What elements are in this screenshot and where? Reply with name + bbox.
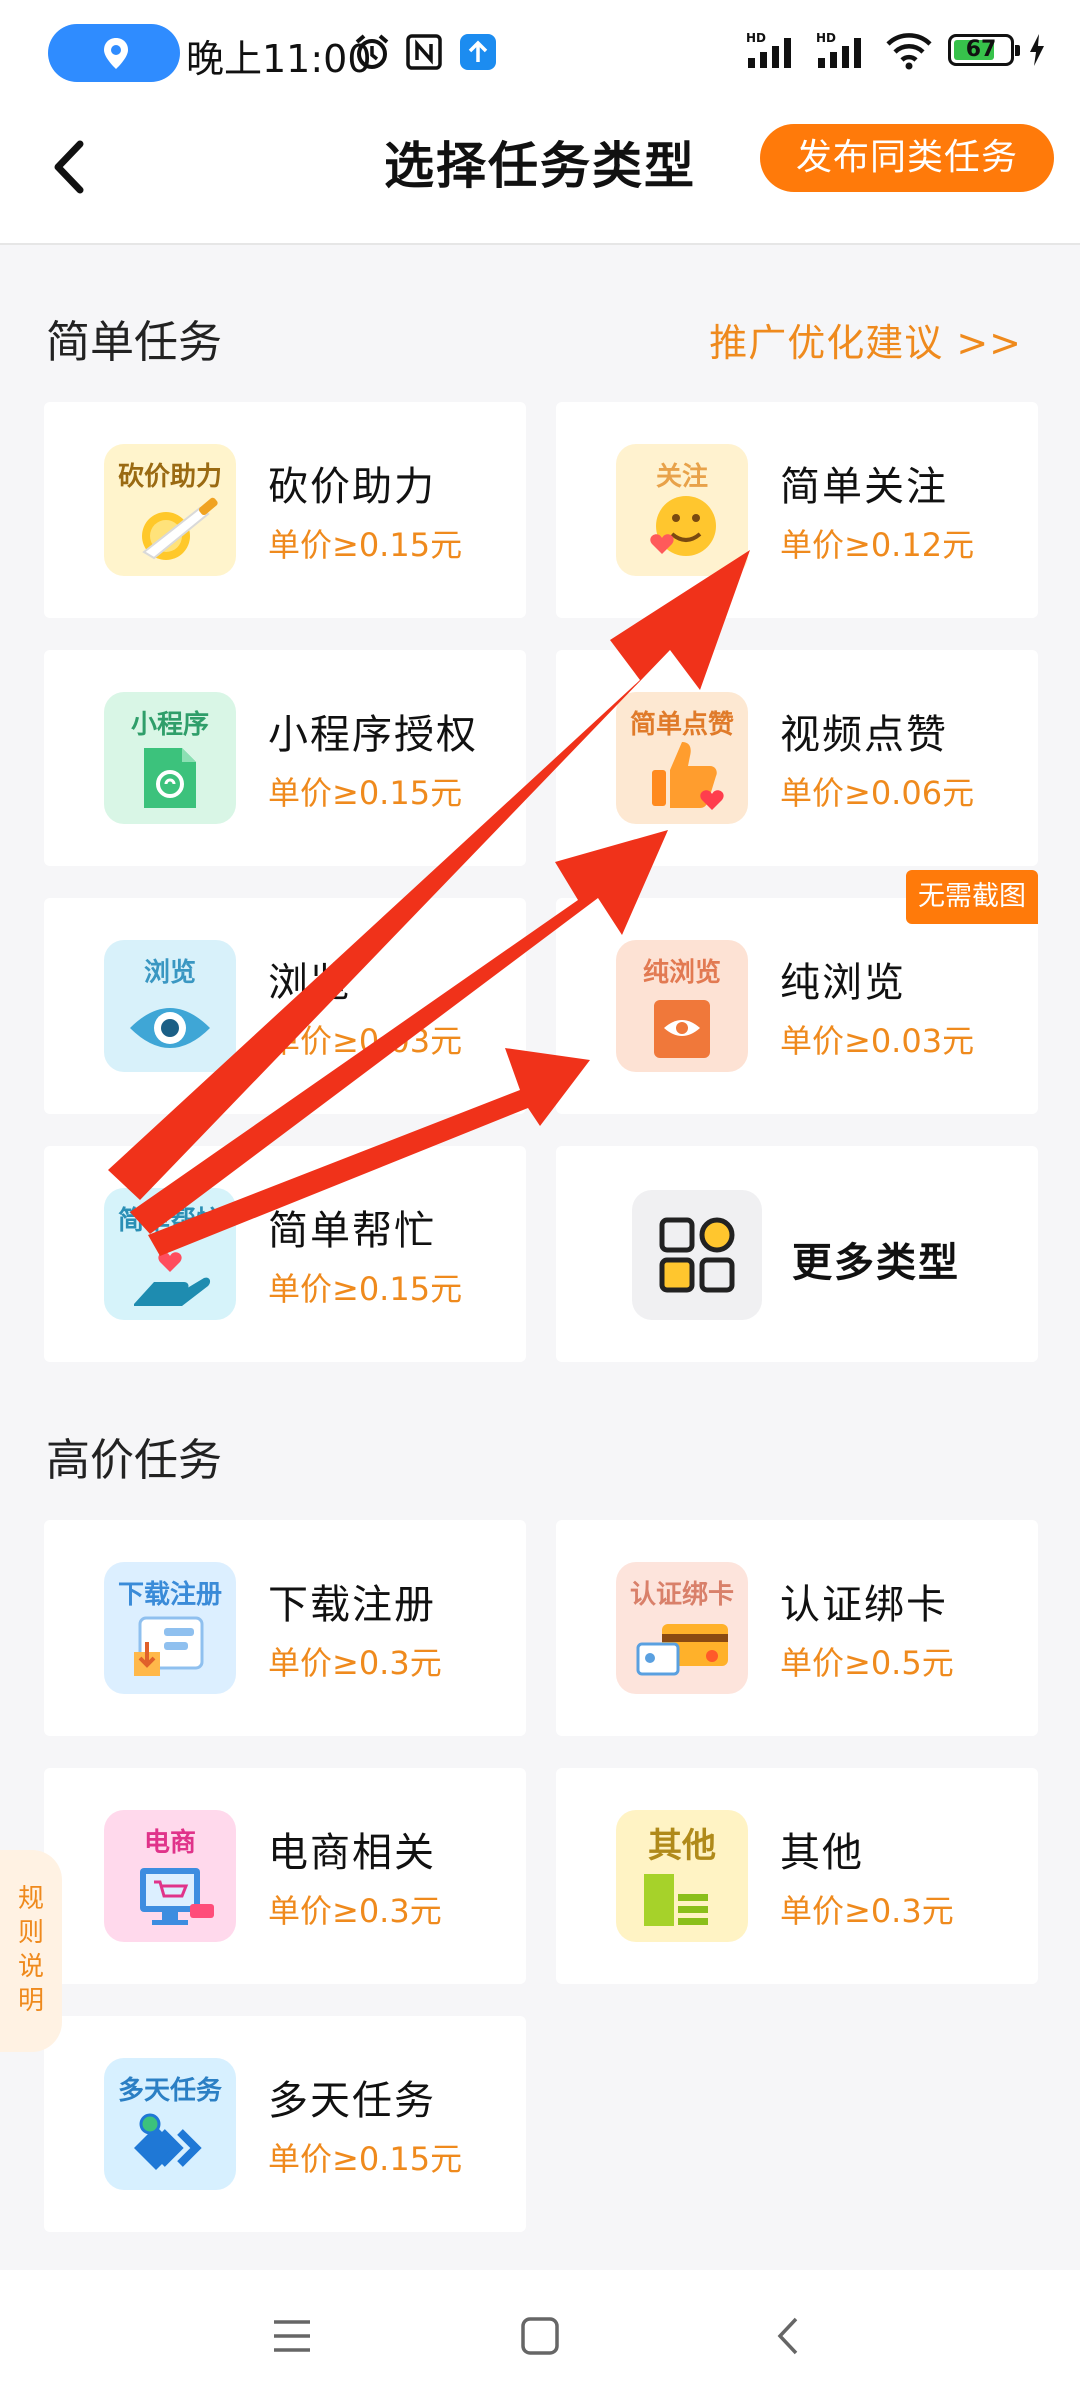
promotion-advice-link[interactable]: 推广优化建议 >> — [709, 312, 1022, 367]
simple-tasks-title: 简单任务 — [46, 317, 222, 368]
coin-knife-icon: 砍价助力 — [104, 444, 236, 576]
icon-label: 简单点赞 — [629, 710, 734, 740]
mini-program-icon: 小程序 — [104, 692, 236, 824]
icon-label: 认证绑卡 — [629, 1580, 734, 1610]
thumbs-up-icon: 简单点赞 — [616, 692, 748, 824]
eye-icon: 浏览 — [104, 940, 236, 1072]
task-name: 纯浏览 — [780, 960, 906, 1006]
navigation-bar — [0, 2270, 1080, 2400]
nfc-icon — [406, 34, 442, 70]
task-name: 砍价助力 — [268, 464, 436, 510]
status-right: HD HD 67 — [744, 30, 1046, 70]
task-name: 视频点赞 — [780, 712, 948, 758]
upload-icon — [460, 34, 496, 70]
task-card-bargain[interactable]: 砍价助力 砍价助力 单价≥0.15元 — [44, 402, 526, 618]
svg-text:HD: HD — [816, 31, 836, 45]
charging-icon — [1030, 34, 1044, 66]
download-register-icon: 下载注册 — [104, 1562, 236, 1694]
task-name: 简单帮忙 — [268, 1208, 436, 1254]
task-card-other[interactable]: 其他 其他 单价≥0.3元 — [556, 1768, 1038, 1984]
icon-label: 砍价助力 — [117, 462, 222, 492]
task-name: 浏览 — [268, 960, 352, 1006]
multi-day-icon: 多天任务 — [104, 2058, 236, 2190]
task-price: 单价≥0.03元 — [780, 1022, 975, 1060]
more-types-card[interactable]: 更多类型 — [556, 1146, 1038, 1362]
back-icon[interactable] — [40, 132, 100, 202]
eye-page-icon: 纯浏览 — [616, 940, 748, 1072]
task-price: 单价≥0.15元 — [268, 774, 463, 812]
shopping-cart-icon: 电商 — [104, 1810, 236, 1942]
no-screenshot-badge: 无需截图 — [906, 870, 1038, 924]
task-card-pure-browse[interactable]: 无需截图 纯浏览 纯浏览 单价≥0.03元 — [556, 870, 1038, 1114]
smile-face-icon: 关注 — [616, 444, 748, 576]
grid-icon — [632, 1190, 762, 1320]
task-card-verify-bind-card[interactable]: 认证绑卡 认证绑卡 单价≥0.5元 — [556, 1520, 1038, 1736]
menu-icon[interactable] — [272, 2316, 312, 2356]
task-card-multi-day[interactable]: 多天任务 多天任务 单价≥0.15元 — [44, 2016, 526, 2232]
task-price: 单价≥0.03元 — [268, 1022, 463, 1060]
bank-card-icon: 认证绑卡 — [616, 1562, 748, 1694]
wifi-icon — [886, 33, 932, 70]
task-name: 多天任务 — [268, 2078, 436, 2124]
task-card-video-like[interactable]: 简单点赞 视频点赞 单价≥0.06元 — [556, 650, 1038, 866]
more-types-label: 更多类型 — [792, 1240, 960, 1286]
helping-hand-icon: 简单帮忙 — [104, 1188, 236, 1320]
task-card-mini-program[interactable]: 小程序 小程序授权 单价≥0.15元 — [44, 650, 526, 866]
publish-similar-task-button[interactable]: 发布同类任务 — [760, 124, 1054, 192]
task-card-follow[interactable]: 关注 简单关注 单价≥0.12元 — [556, 402, 1038, 618]
task-card-browse[interactable]: 浏览 浏览 单价≥0.03元 — [44, 898, 526, 1114]
icon-label: 纯浏览 — [642, 958, 721, 988]
task-price: 单价≥0.3元 — [780, 1892, 954, 1930]
task-card-simple-help[interactable]: 简单帮忙 简单帮忙 单价≥0.15元 — [44, 1146, 526, 1362]
other-list-icon: 其他 — [616, 1810, 748, 1942]
nav-back-icon[interactable] — [774, 2316, 804, 2356]
task-name: 下载注册 — [268, 1582, 436, 1628]
rules-tab[interactable]: 规则说明 — [0, 1850, 62, 2052]
battery-icon: 67 — [948, 34, 1020, 66]
premium-tasks-title: 高价任务 — [46, 1435, 222, 1486]
icon-label: 电商 — [143, 1828, 196, 1858]
alarm-icon — [355, 34, 389, 69]
task-name: 小程序授权 — [268, 712, 478, 758]
task-price: 单价≥0.5元 — [780, 1644, 954, 1682]
task-name: 简单关注 — [780, 464, 948, 510]
task-price: 单价≥0.15元 — [268, 1270, 463, 1308]
task-card-download-register[interactable]: 下载注册 下载注册 单价≥0.3元 — [44, 1520, 526, 1736]
signal-icon: HD — [746, 31, 791, 68]
task-price: 单价≥0.15元 — [268, 526, 463, 564]
status-bar: 晚上11:00 HD HD 67 — [0, 0, 1080, 110]
task-price: 单价≥0.06元 — [780, 774, 975, 812]
icon-label: 下载注册 — [117, 1580, 222, 1610]
icon-label: 多天任务 — [117, 2076, 222, 2106]
task-price: 单价≥0.3元 — [268, 1892, 442, 1930]
rules-label: 规则说明 — [17, 1884, 44, 2016]
location-indicator[interactable] — [48, 24, 180, 82]
signal-icon-2: HD — [816, 31, 861, 68]
task-price: 单价≥0.15元 — [268, 2140, 463, 2178]
svg-text:HD: HD — [746, 31, 766, 45]
home-icon[interactable] — [520, 2316, 560, 2356]
task-name: 认证绑卡 — [780, 1582, 948, 1628]
task-price: 单价≥0.3元 — [268, 1644, 442, 1682]
icon-label: 关注 — [655, 462, 708, 492]
battery-level: 67 — [965, 37, 997, 62]
task-card-ecommerce[interactable]: 电商 电商相关 单价≥0.3元 — [44, 1768, 526, 1984]
icon-label: 简单帮忙 — [117, 1206, 222, 1236]
task-name: 其他 — [780, 1830, 864, 1876]
location-icon — [104, 38, 128, 69]
icon-label: 小程序 — [130, 710, 209, 740]
task-price: 单价≥0.12元 — [780, 526, 975, 564]
status-time: 晚上11:00 — [186, 37, 372, 81]
task-name: 电商相关 — [268, 1830, 436, 1876]
header: 选择任务类型 发布同类任务 — [0, 110, 1080, 245]
icon-label: 其他 — [648, 1826, 716, 1866]
icon-label: 浏览 — [143, 958, 196, 988]
